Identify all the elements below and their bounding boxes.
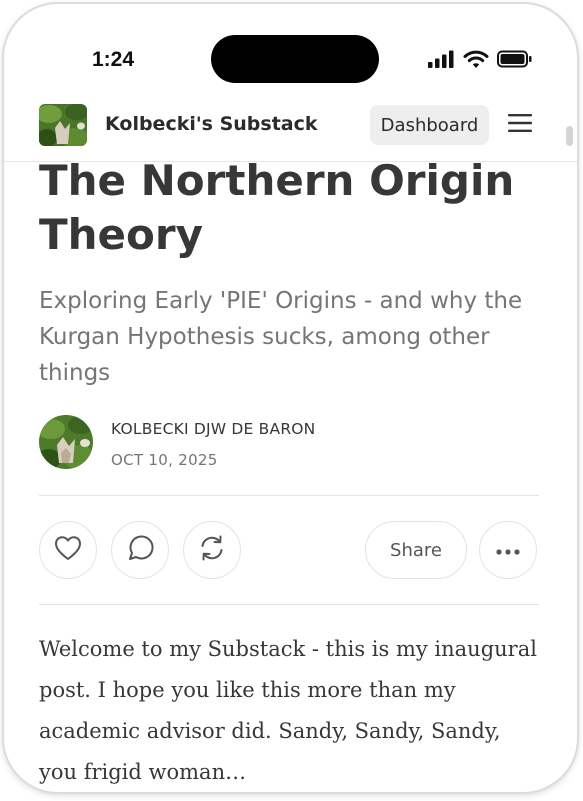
more-options-button[interactable] (479, 521, 537, 579)
divider-bottom (39, 604, 539, 605)
restack-button[interactable] (183, 521, 241, 579)
publication-name[interactable]: Kolbecki's Substack (105, 113, 318, 135)
share-button[interactable]: Share (365, 521, 467, 579)
top-nav: Kolbecki's Substack Dashboard (4, 100, 577, 162)
status-time: 1:24 (92, 48, 135, 71)
scrollbar-thumb[interactable] (566, 126, 573, 146)
divider-top (39, 495, 539, 496)
menu-button[interactable] (507, 111, 533, 135)
phone-frame: 1:24 The Northern Origin Theory Explorin… (2, 2, 579, 794)
more-options-icon (495, 541, 521, 560)
publication-logo[interactable] (39, 104, 87, 146)
status-icons (427, 50, 533, 72)
post-subtitle: Exploring Early 'PIE' Origins - and why … (39, 288, 523, 386)
status-bar: 1:24 (4, 4, 577, 96)
hamburger-menu-icon (507, 114, 533, 139)
cellular-signal-icon (427, 49, 455, 73)
wifi-icon (463, 49, 489, 73)
dynamic-island (211, 35, 379, 83)
author-name[interactable]: KOLBECKI DJW DE BARON (111, 420, 315, 438)
comment-icon (126, 534, 154, 566)
heart-icon (54, 535, 82, 565)
post-title: The Northern Origin Theory (39, 156, 515, 259)
like-button[interactable] (39, 521, 97, 579)
battery-icon (497, 49, 533, 73)
comment-button[interactable] (111, 521, 169, 579)
share-label: Share (390, 539, 442, 561)
dashboard-button[interactable]: Dashboard (370, 105, 489, 145)
post-date: OCT 10, 2025 (111, 451, 218, 469)
post-body: Welcome to my Substack - this is my inau… (39, 637, 537, 784)
author-avatar[interactable] (39, 415, 93, 469)
restack-icon (198, 534, 226, 566)
